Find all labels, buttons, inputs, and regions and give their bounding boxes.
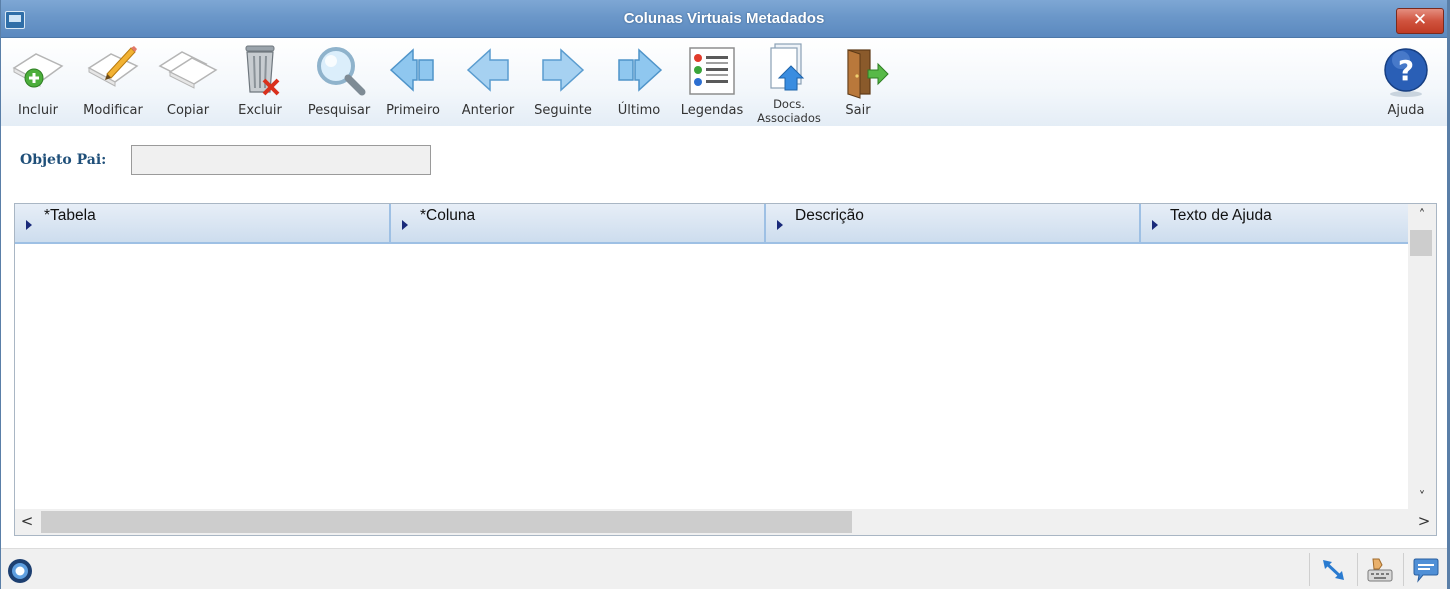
scroll-up-icon[interactable]: ˄: [1408, 204, 1436, 228]
horizontal-scroll-thumb[interactable]: [41, 511, 852, 533]
legends-button[interactable]: Legendas: [677, 42, 747, 124]
first-label: Primeiro: [386, 103, 440, 118]
chat-message-icon[interactable]: [1411, 556, 1441, 584]
exit-label: Sair: [845, 103, 871, 118]
column-header-description[interactable]: Descrição: [766, 204, 1141, 242]
column-header-label: Texto de Ajuda: [1170, 207, 1272, 224]
edit-document-icon: [87, 46, 139, 87]
trash-icon: [245, 45, 280, 96]
help-button[interactable]: ? Ajuda: [1371, 42, 1441, 124]
svg-text:?: ?: [1398, 54, 1414, 87]
add-document-icon: [12, 53, 64, 88]
next-label: Seguinte: [534, 103, 592, 118]
status-divider: [1357, 553, 1358, 586]
column-header-label: *Tabela: [44, 207, 96, 224]
associated-docs-icon: [770, 43, 805, 91]
window-title: Colunas Virtuais Metadados: [623, 10, 825, 27]
toolbar: Incluir Modificar Copiar Excluir Pesquis…: [1, 38, 1447, 126]
column-indicator-icon: [1152, 220, 1158, 230]
delete-button[interactable]: Excluir: [225, 42, 295, 124]
help-label: Ajuda: [1387, 103, 1425, 118]
scroll-left-icon[interactable]: <: [15, 509, 39, 535]
vertical-scrollbar[interactable]: ˄ ˅: [1408, 204, 1436, 510]
resize-arrows-icon[interactable]: [1319, 556, 1349, 584]
parent-object-label: Objeto Pai:: [20, 152, 107, 168]
copy-document-icon: [158, 51, 218, 89]
legend-list-icon: [689, 47, 735, 95]
status-bar: [1, 548, 1447, 589]
associated-docs-button[interactable]: Docs. Associados: [754, 42, 824, 125]
previous-arrow-icon: [466, 48, 509, 92]
last-arrow-icon: [618, 48, 663, 92]
copy-label: Copiar: [166, 103, 210, 118]
search-button[interactable]: Pesquisar: [304, 42, 374, 124]
title-bar[interactable]: Colunas Virtuais Metadados ✕: [1, 0, 1447, 38]
last-label: Último: [617, 103, 661, 118]
status-divider: [1309, 553, 1310, 586]
scroll-down-icon[interactable]: ˅: [1408, 486, 1436, 510]
column-header-label: *Coluna: [420, 207, 476, 224]
first-arrow-icon: [389, 48, 434, 92]
include-button[interactable]: Incluir: [3, 42, 73, 124]
exit-door-icon: [847, 49, 889, 99]
include-label: Incluir: [17, 103, 59, 118]
modify-label: Modificar: [83, 103, 143, 118]
close-button[interactable]: ✕: [1396, 8, 1444, 34]
column-header-label: Descrição: [795, 207, 864, 224]
form-area: Objeto Pai:: [1, 126, 1447, 196]
grid-header: *Tabela *Coluna Descrição Texto de Ajuda: [15, 204, 1408, 244]
column-header-help-text[interactable]: Texto de Ajuda: [1141, 204, 1408, 242]
column-indicator-icon: [402, 220, 408, 230]
data-grid[interactable]: *Tabela *Coluna Descrição Texto de Ajuda…: [14, 203, 1437, 536]
previous-button[interactable]: Anterior: [453, 42, 523, 124]
column-indicator-icon: [777, 220, 783, 230]
column-header-column[interactable]: *Coluna: [391, 204, 766, 242]
magnifier-icon: [317, 47, 366, 96]
modify-button[interactable]: Modificar: [78, 42, 148, 124]
horizontal-scrollbar[interactable]: < >: [15, 509, 1436, 535]
column-header-table[interactable]: *Tabela: [15, 204, 391, 242]
parent-object-field[interactable]: [131, 145, 431, 175]
first-button[interactable]: Primeiro: [378, 42, 448, 124]
next-button[interactable]: Seguinte: [528, 42, 598, 124]
legends-label: Legendas: [680, 103, 744, 118]
app-window: Colunas Virtuais Metadados ✕ Incluir Mod…: [0, 0, 1450, 589]
search-label: Pesquisar: [307, 103, 371, 118]
delete-label: Excluir: [238, 103, 282, 118]
vertical-scroll-thumb[interactable]: [1410, 230, 1432, 256]
scroll-right-icon[interactable]: >: [1412, 509, 1436, 535]
next-arrow-icon: [542, 48, 585, 92]
app-logo-icon: [8, 559, 32, 583]
keyboard-hand-icon[interactable]: [1365, 556, 1395, 584]
copy-button[interactable]: Copiar: [153, 42, 223, 124]
status-divider: [1403, 553, 1404, 586]
exit-button[interactable]: Sair: [823, 42, 893, 124]
last-button[interactable]: Último: [604, 42, 674, 124]
previous-label: Anterior: [461, 103, 515, 118]
column-indicator-icon: [26, 220, 32, 230]
help-question-icon: ?: [1384, 48, 1428, 97]
